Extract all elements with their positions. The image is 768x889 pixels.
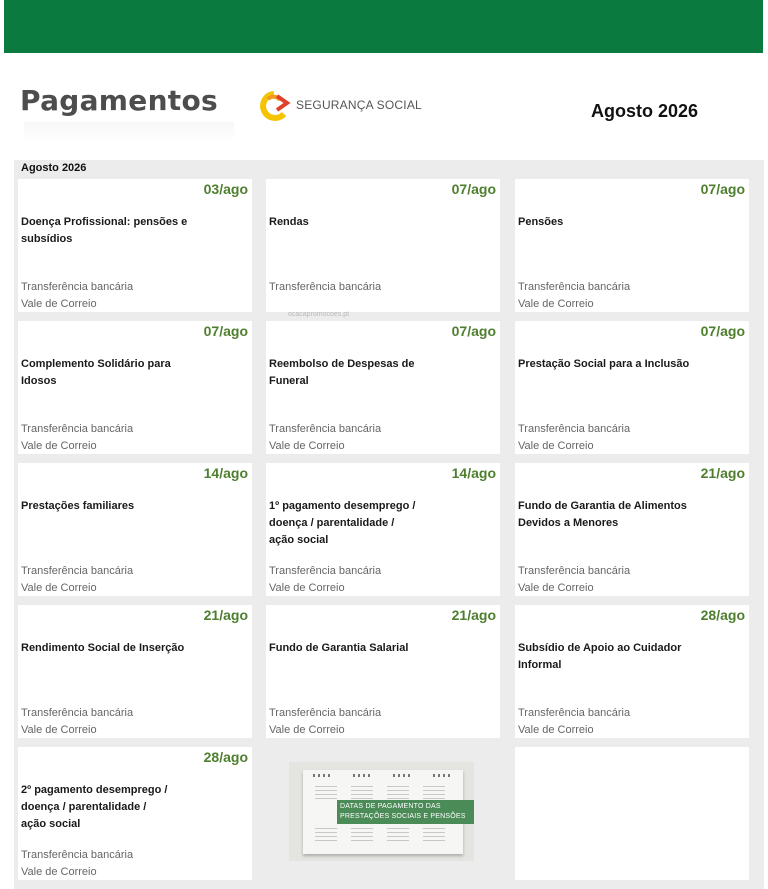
payment-method: Vale de Correio	[21, 724, 97, 736]
benefit-title: Doença Profissional: pensões e subsídios	[21, 216, 188, 245]
payment-method: Vale de Correio	[21, 582, 97, 594]
payment-methods: Transferência bancária Vale de Correio	[518, 279, 630, 313]
payment-method: Transferência bancária	[518, 707, 631, 719]
payment-methods: Transferência bancária Vale de Correio	[269, 563, 381, 597]
payment-card: 03/ago Doença Profissional: pensões e sub…	[18, 179, 252, 312]
payment-method: Vale de Correio	[269, 440, 345, 452]
payment-method: Vale de Correio	[518, 298, 594, 310]
payment-method: Transferência bancária	[269, 565, 382, 577]
promo-image: DATAS DE PAGAMENTO DAS PRESTAÇÕES SOCIAI…	[289, 762, 474, 861]
payment-method: Vale de Correio	[21, 440, 97, 452]
payment-card: 07/ago Prestação Social para a Inclusão Tr…	[515, 321, 749, 454]
benefit-title: Rendas	[269, 216, 309, 228]
payment-card: 07/ago Reembolso de Despesas de Funeral Tr…	[266, 321, 500, 454]
payment-date: 14/ago	[203, 465, 248, 481]
payment-card: 14/ago Prestações familiares Transferência…	[18, 463, 252, 596]
payment-method: Transferência bancária	[21, 423, 134, 435]
payment-method: Transferência bancária	[269, 281, 382, 293]
seguranca-social-logo-icon	[260, 91, 291, 121]
benefit-title: 2º pagamento desemprego / doença / paren…	[21, 784, 168, 830]
payment-methods: Transferência bancária Vale de Correio	[21, 563, 133, 597]
payment-card: 14/ago 1º pagamento desemprego / doença /…	[266, 463, 500, 596]
payment-method: Vale de Correio	[269, 582, 345, 594]
grid-month-label: Agosto 2026	[21, 162, 87, 174]
payment-card: 28/ago 2º pagamento desemprego / doença /…	[18, 747, 252, 880]
payment-methods: Transferência bancária Vale de Correio	[518, 563, 630, 597]
payment-method: Transferência bancária	[518, 423, 631, 435]
payment-date: 07/ago	[700, 181, 745, 197]
benefit-title: Fundo de Garantia de Alimentos Devidos a…	[518, 500, 687, 529]
benefit-title: Complemento Solidário para Idosos	[21, 358, 171, 387]
payment-card: 07/ago Rendas Transferência bancária	[266, 179, 500, 312]
payment-methods: Transferência bancária Vale de Correio	[21, 421, 133, 455]
payment-card: 21/ago Fundo de Garantia de Alimentos Dev…	[515, 463, 749, 596]
payment-method: Vale de Correio	[21, 866, 97, 878]
benefit-title: Rendimento Social de Inserção	[21, 642, 185, 654]
payment-methods: Transferência bancária Vale de Correio	[518, 705, 630, 739]
payment-date: 07/ago	[451, 323, 496, 339]
top-banner	[4, 0, 763, 53]
payment-method: Vale de Correio	[518, 724, 594, 736]
payment-card: 07/ago Pensões Transferência bancária Vale …	[515, 179, 749, 312]
benefit-title: Subsídio de Apoio ao Cuidador Informal	[518, 642, 682, 671]
payment-method: Transferência bancária	[21, 849, 134, 861]
title-shadow	[24, 122, 234, 142]
payment-date: 07/ago	[203, 323, 248, 339]
payment-method: Vale de Correio	[269, 724, 345, 736]
page-title: Pagamentos	[20, 84, 218, 117]
benefit-title: Prestações familiares	[21, 500, 135, 512]
payment-method: Vale de Correio	[518, 440, 594, 452]
payment-methods: Transferência bancária Vale de Correio	[21, 847, 133, 881]
payment-date: 07/ago	[700, 323, 745, 339]
payment-method: Vale de Correio	[21, 298, 97, 310]
promo-banner-line2: PRESTAÇÕES SOCIAIS E PENSÕES	[340, 813, 466, 820]
payment-methods: Transferência bancária Vale de Correio	[269, 421, 381, 455]
watermark: ocacapromocoes.pt	[288, 311, 350, 318]
payment-card: 21/ago Fundo de Garantia Salarial Transfer…	[266, 605, 500, 738]
payment-method: Transferência bancária	[518, 281, 631, 293]
payment-methods: Transferência bancária Vale de Correio	[21, 279, 133, 313]
payment-method: Transferência bancária	[269, 423, 382, 435]
payment-card: 28/ago Subsídio de Apoio ao Cuidador Info…	[515, 605, 749, 738]
payment-method: Transferência bancária	[21, 707, 134, 719]
payment-date: 07/ago	[451, 181, 496, 197]
payment-method: Transferência bancária	[21, 281, 134, 293]
promo-banner: DATAS DE PAGAMENTO DAS PRESTAÇÕES SOCIAI…	[337, 800, 474, 824]
payment-methods: Transferência bancária	[269, 279, 381, 296]
payment-methods: Transferência bancária Vale de Correio	[518, 421, 630, 455]
month-heading: Agosto 2026	[591, 101, 699, 121]
payment-date: 28/ago	[203, 749, 248, 765]
payment-date: 03/ago	[203, 181, 248, 197]
payment-method: Transferência bancária	[21, 565, 134, 577]
payment-method: Transferência bancária	[518, 565, 631, 577]
payment-date: 14/ago	[451, 465, 496, 481]
payment-card: 07/ago Complemento Solidário para Idosos T…	[18, 321, 252, 454]
payment-date: 21/ago	[700, 465, 745, 481]
payment-method: Transferência bancária	[269, 707, 382, 719]
payment-date: 21/ago	[451, 607, 496, 623]
benefit-title: Reembolso de Despesas de Funeral	[269, 358, 415, 387]
payment-date: 21/ago	[203, 607, 248, 623]
payment-method: Vale de Correio	[518, 582, 594, 594]
payment-date: 28/ago	[700, 607, 745, 623]
benefit-title: Pensões	[518, 216, 564, 228]
payment-methods: Transferência bancária Vale de Correio	[269, 705, 381, 739]
benefit-title: Fundo de Garantia Salarial	[269, 642, 409, 654]
benefit-title: 1º pagamento desemprego / doença / paren…	[269, 500, 416, 546]
payment-card: 21/ago Rendimento Social de Inserção Trans…	[18, 605, 252, 738]
logo-label: SEGURANÇA SOCIAL	[296, 98, 422, 112]
promo-banner-line1: DATAS DE PAGAMENTO DAS	[340, 803, 441, 810]
payment-methods: Transferência bancária Vale de Correio	[21, 705, 133, 739]
benefit-title: Prestação Social para a Inclusão	[518, 358, 690, 370]
empty-card	[515, 747, 749, 880]
